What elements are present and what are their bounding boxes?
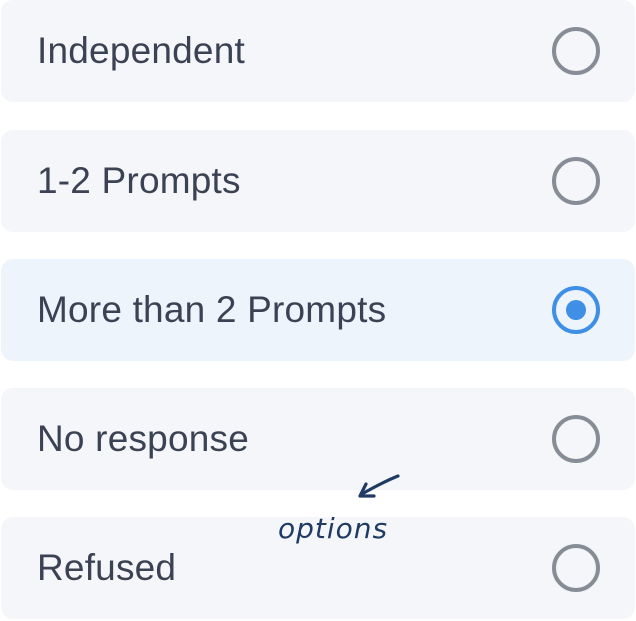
option-label: Independent xyxy=(37,30,245,71)
option-label: Refused xyxy=(37,547,177,588)
radio-unchecked-icon[interactable] xyxy=(552,157,600,205)
radio-dot xyxy=(566,300,586,320)
option-label: More than 2 Prompts xyxy=(37,289,387,330)
handwritten-annotation: options xyxy=(278,470,418,550)
arrow-icon xyxy=(358,474,400,498)
option-1-2-prompts[interactable]: 1-2 Prompts xyxy=(1,130,635,232)
option-independent[interactable]: Independent xyxy=(1,0,635,102)
option-label: No response xyxy=(37,418,249,459)
radio-checked-icon[interactable] xyxy=(552,286,600,334)
radio-unchecked-icon[interactable] xyxy=(552,27,600,75)
annotation-text: options xyxy=(278,512,389,545)
radio-unchecked-icon[interactable] xyxy=(552,544,600,592)
option-more-than-2-prompts[interactable]: More than 2 Prompts xyxy=(1,259,635,361)
radio-unchecked-icon[interactable] xyxy=(552,415,600,463)
option-label: 1-2 Prompts xyxy=(37,160,241,201)
